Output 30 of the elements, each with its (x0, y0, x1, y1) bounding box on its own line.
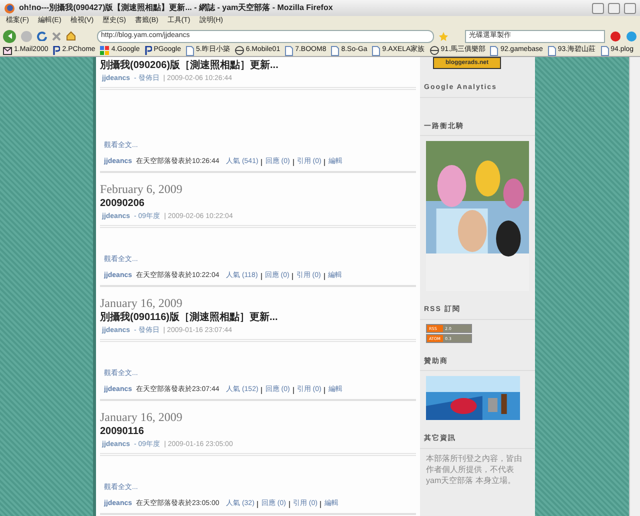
post-title[interactable]: 別攝我(090116)版［測速照相點］更新... (100, 311, 416, 325)
post-title[interactable]: 20090206 (100, 197, 416, 211)
globe-icon (234, 46, 244, 55)
maximize-button[interactable] (608, 2, 620, 14)
home-icon[interactable] (66, 31, 76, 41)
stop-icon[interactable] (52, 32, 61, 40)
reload-icon[interactable] (37, 31, 47, 41)
page-icon (548, 46, 556, 56)
post-date: January 16, 2009 (100, 410, 184, 425)
post-title[interactable]: 別攝我(090206)版［測速照相點］更新... (100, 59, 416, 73)
close-button[interactable] (624, 2, 636, 14)
globe-icon (430, 46, 439, 55)
star-icon[interactable] (439, 32, 448, 40)
page-icon (490, 46, 498, 56)
post-date: January 16, 2009 (100, 296, 184, 311)
minimize-button[interactable] (592, 2, 604, 14)
back-arrow-icon (6, 33, 12, 39)
envelope-icon (3, 46, 12, 54)
squares-icon (100, 46, 110, 55)
back-button[interactable] (3, 30, 16, 42)
site-icon (53, 46, 60, 55)
page-icon (600, 46, 609, 56)
window-title: oh!no---別攝我(090427)版【測速照相點】更新... - 網誌 - yam天空部落 - Mozilla Firefox (19, 2, 334, 14)
forward-button[interactable] (21, 30, 32, 42)
post-date: February 6, 2009 (100, 182, 184, 197)
site-icon (144, 46, 152, 55)
scrollbar[interactable] (629, 57, 640, 516)
disclaimer-text: 本部落所刊登之內容，皆由作者個人所提供，不代表yam天空部落 本身立場。 (426, 452, 523, 486)
browser-logo-icon (4, 2, 15, 14)
post-title[interactable]: 20090116 (100, 425, 416, 439)
